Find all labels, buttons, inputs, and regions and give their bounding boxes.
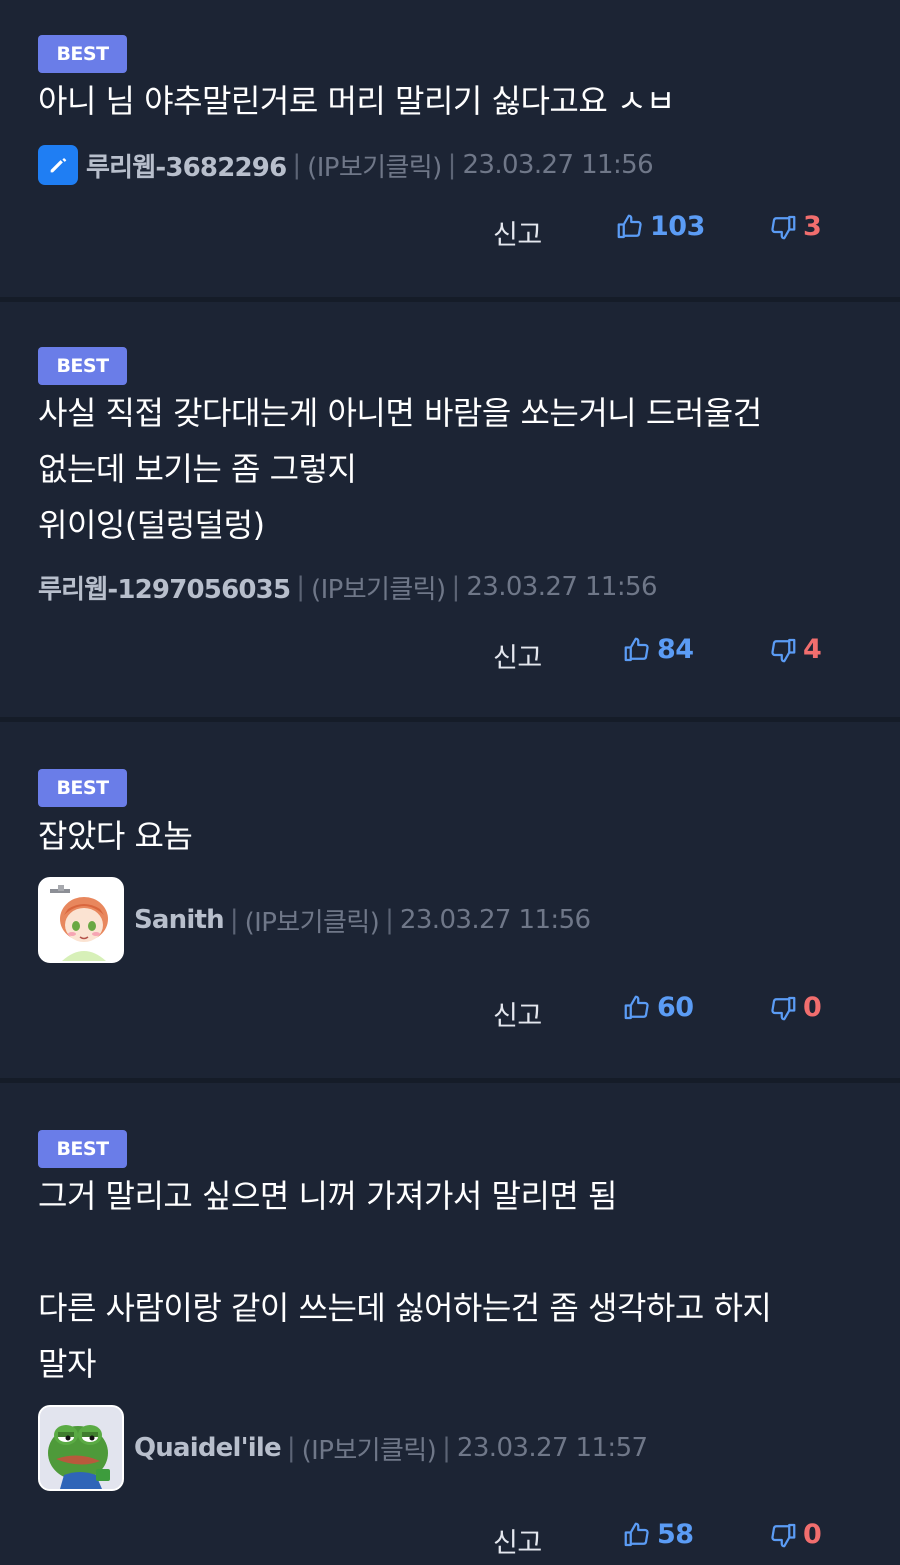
separator: |	[447, 150, 457, 180]
comment-line: 사실 직접 갖다대는게 아니면 바람을 쏘는거니 드러울건	[38, 394, 762, 432]
best-badge: BEST	[38, 769, 127, 807]
thumbs-down-icon	[771, 996, 796, 1020]
comment-1: BEST 아니 님 야추말린거로 머리 말리기 싫다고요 ㅅㅂ 루리웹-3682…	[0, 0, 900, 297]
comment-meta: 루리웹-3682296 | (IP보기클릭) | 23.03.27 11:56	[38, 120, 654, 210]
best-badge: BEST	[38, 1130, 127, 1168]
dislike-button[interactable]: 4	[768, 634, 822, 665]
ip-view-link[interactable]: (IP보기클릭)	[307, 147, 442, 184]
comment-actions: 신고 103 3	[0, 207, 900, 257]
report-button[interactable]: 신고	[493, 1521, 542, 1560]
thumbs-down-icon	[771, 215, 796, 239]
comment-meta: 루리웹-1297056035 | (IP보기클릭) | 23.03.27 11:…	[38, 542, 657, 632]
separator: |	[292, 150, 302, 180]
dislike-count: 0	[803, 1519, 822, 1550]
comment-line: 그거 말리고 싶으면 니꺼 가져가서 말리면 됨	[38, 1177, 617, 1215]
dislike-button[interactable]: 0	[768, 1519, 822, 1550]
avatar[interactable]	[38, 1405, 124, 1491]
like-count: 58	[657, 1519, 694, 1550]
dislike-count: 0	[803, 992, 822, 1023]
frog-avatar	[40, 1407, 122, 1489]
username[interactable]: 루리웹-3682296	[86, 147, 287, 184]
comment-actions: 신고 84 4	[0, 630, 900, 680]
like-count: 103	[650, 211, 705, 242]
like-button[interactable]: 58	[622, 1519, 694, 1550]
comment-body: 잡았다 요놈	[38, 808, 868, 864]
like-count: 60	[657, 992, 694, 1023]
username[interactable]: Quaidel'ile	[134, 1433, 282, 1463]
thumbs-down-icon	[771, 1523, 796, 1547]
like-count: 84	[657, 634, 694, 665]
username[interactable]: 루리웹-1297056035	[38, 569, 291, 606]
comment-3: BEST 잡았다 요놈 Sanith | (IP보기클릭) | 23.03.27…	[0, 722, 900, 1078]
thumbs-down-icon	[771, 638, 796, 662]
best-badge: BEST	[38, 347, 127, 385]
thumbs-up-icon	[624, 1522, 649, 1546]
separator: |	[385, 905, 394, 935]
like-button[interactable]: 60	[622, 992, 694, 1023]
ip-view-link[interactable]: (IP보기클릭)	[311, 569, 446, 606]
avatar[interactable]	[38, 877, 124, 963]
comment-date: 23.03.27 11:56	[466, 572, 657, 602]
report-button[interactable]: 신고	[493, 994, 542, 1033]
comment-actions: 신고 60 0	[0, 988, 900, 1038]
comment-actions: 신고 58 0	[0, 1515, 900, 1565]
comment-body: 사실 직접 갖다대는게 아니면 바람을 쏘는거니 드러울건 없는데 보기는 좀 …	[38, 385, 868, 553]
best-badge: BEST	[38, 35, 127, 73]
thumbs-up-icon	[617, 214, 642, 238]
report-button[interactable]: 신고	[493, 636, 542, 675]
separator: |	[286, 1433, 296, 1463]
username[interactable]: Sanith	[134, 905, 225, 935]
comment-2: BEST 사실 직접 갖다대는게 아니면 바람을 쏘는거니 드러울건 없는데 보…	[0, 302, 900, 717]
comment-line: 없는데 보기는 좀 그렇지	[38, 450, 357, 488]
comment-body: 그거 말리고 싶으면 니꺼 가져가서 말리면 됨 다른 사람이랑 같이 쓰는데 …	[38, 1168, 868, 1392]
comment-line: 잡았다 요놈	[38, 817, 193, 855]
ip-view-link[interactable]: (IP보기클릭)	[302, 1430, 437, 1467]
comment-meta: Quaidel'ile | (IP보기클릭) | 23.03.27 11:57	[38, 1403, 648, 1493]
ip-view-link[interactable]: (IP보기클릭)	[245, 902, 380, 939]
anime-girl-avatar	[40, 879, 122, 961]
comment-line	[38, 1224, 868, 1280]
comment-4: BEST 그거 말리고 싶으면 니꺼 가져가서 말리면 됨 다른 사람이랑 같이…	[0, 1083, 900, 1565]
separator: |	[451, 572, 461, 602]
dislike-button[interactable]: 0	[768, 992, 822, 1023]
like-button[interactable]: 84	[622, 634, 694, 665]
comment-line: 말자	[38, 1345, 96, 1383]
dislike-button[interactable]: 3	[768, 211, 822, 242]
comment-date: 23.03.27 11:56	[462, 150, 654, 180]
pencil-icon	[38, 145, 78, 185]
separator: |	[296, 572, 306, 602]
separator: |	[442, 1433, 451, 1463]
comment-date: 23.03.27 11:57	[456, 1433, 648, 1463]
comment-date: 23.03.27 11:56	[399, 905, 591, 935]
separator: |	[229, 905, 239, 935]
dislike-count: 4	[803, 634, 822, 665]
thumbs-up-icon	[624, 637, 649, 661]
thumbs-up-icon	[624, 995, 649, 1019]
comment-meta: Sanith | (IP보기클릭) | 23.03.27 11:56	[38, 875, 591, 965]
like-button[interactable]: 103	[615, 211, 705, 242]
dislike-count: 3	[803, 211, 822, 242]
report-button[interactable]: 신고	[493, 213, 542, 252]
comment-line: 다른 사람이랑 같이 쓰는데 싫어하는건 좀 생각하고 하지	[38, 1289, 772, 1327]
